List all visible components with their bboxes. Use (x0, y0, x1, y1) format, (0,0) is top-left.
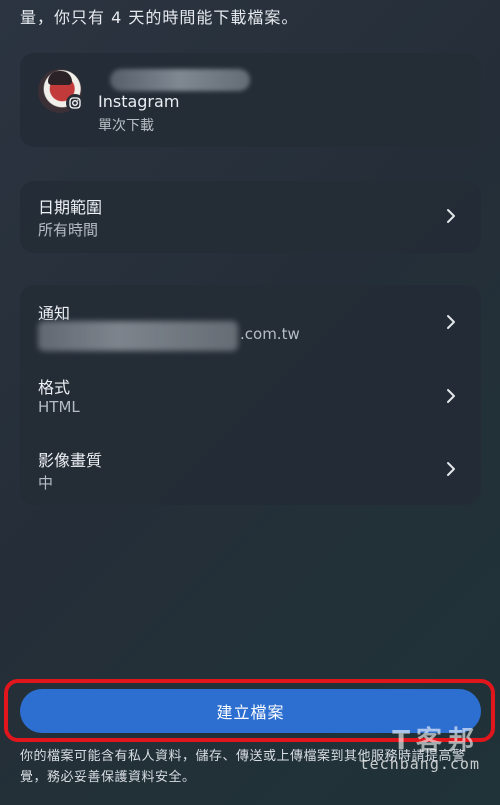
date-range-value: 所有時間 (38, 221, 99, 239)
notify-email-domain: .com.tw (240, 325, 300, 343)
notify-row[interactable]: 通知 .com.tw (20, 285, 481, 355)
redacted-account-name (110, 69, 250, 91)
instagram-icon (66, 94, 84, 112)
chevron-right-icon (443, 314, 459, 330)
intro-text: 量，你只有 4 天的時間能下載檔案。 (20, 8, 299, 27)
chevron-right-icon (443, 388, 459, 404)
date-range-title: 日期範圍 (38, 198, 103, 217)
watermark: T客邦 techbang.com (360, 720, 480, 773)
image-quality-title: 影像畫質 (38, 451, 103, 470)
format-value: HTML (38, 398, 80, 416)
format-title: 格式 (38, 378, 71, 397)
watermark-logo: T客邦 (392, 726, 480, 756)
format-row[interactable]: 格式 HTML (20, 359, 481, 429)
account-platform: Instagram (98, 92, 180, 111)
download-type: 單次下載 (98, 118, 154, 134)
image-quality-value: 中 (38, 474, 54, 492)
export-options-card: 通知 .com.tw 格式 HTML 影像畫質 中 (20, 285, 481, 505)
image-quality-row[interactable]: 影像畫質 中 (20, 433, 481, 503)
account-card: Instagram 單次下載 (20, 53, 481, 147)
chevron-right-icon (443, 461, 459, 477)
date-range-row[interactable]: 日期範圍 所有時間 (20, 181, 481, 253)
redacted-email (38, 321, 238, 351)
chevron-right-icon (443, 208, 459, 224)
watermark-url: techbang.com (359, 755, 480, 773)
